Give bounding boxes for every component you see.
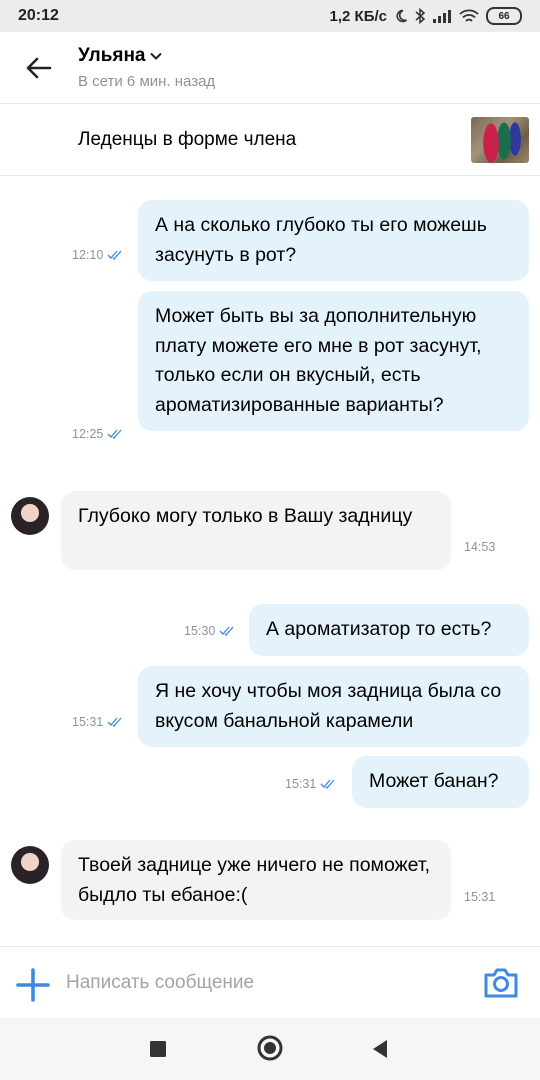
avatar[interactable] bbox=[11, 497, 49, 535]
composer-bar bbox=[0, 946, 540, 1018]
signal-icon bbox=[433, 10, 451, 23]
message-time: 14:53 bbox=[464, 540, 496, 554]
arrow-left-icon bbox=[26, 57, 52, 78]
triangle-back-icon[interactable] bbox=[371, 1039, 389, 1059]
product-title: Леденцы в форме члена bbox=[78, 128, 297, 150]
circle-icon[interactable] bbox=[257, 1035, 283, 1061]
chat-title-block[interactable]: Ульяна В сети 6 мин. назад bbox=[78, 45, 215, 90]
square-icon[interactable] bbox=[149, 1040, 167, 1058]
message-meta: 15:31 bbox=[285, 777, 336, 791]
double-check-icon bbox=[320, 779, 335, 789]
message-list[interactable]: 12:10 А на сколько глубоко ты его можешь… bbox=[0, 176, 540, 946]
message-meta: 15:31 bbox=[464, 890, 495, 904]
message-meta: 15:30 bbox=[184, 624, 235, 638]
product-context-bar[interactable]: Леденцы в форме члена bbox=[0, 104, 540, 176]
message-meta: 15:31 bbox=[72, 715, 123, 729]
contact-online-status: В сети 6 мин. назад bbox=[78, 73, 216, 90]
message-text: Может быть вы за дополнительную плату мо… bbox=[155, 305, 482, 416]
avatar[interactable] bbox=[11, 846, 49, 884]
contact-name-row[interactable]: Ульяна bbox=[78, 45, 215, 67]
message-text: Может банан? bbox=[369, 770, 499, 792]
status-bar: 20:12 1,2 КБ/с 66 bbox=[0, 0, 540, 32]
message-time: 15:31 bbox=[464, 890, 496, 904]
message-text: Я не хочу чтобы моя задница была со вкус… bbox=[155, 680, 502, 732]
message-meta: 12:10 bbox=[72, 248, 123, 262]
message-meta: 14:53 bbox=[464, 540, 495, 554]
product-thumbnail[interactable] bbox=[471, 117, 529, 163]
message-meta: 12:25 bbox=[72, 427, 123, 441]
message-bubble-incoming[interactable]: Глубоко могу только в Вашу задницу bbox=[61, 491, 451, 570]
message-bubble-outgoing[interactable]: Может быть вы за дополнительную плату мо… bbox=[138, 291, 529, 431]
message-time: 15:31 bbox=[285, 777, 317, 791]
contact-name: Ульяна bbox=[78, 45, 146, 66]
double-check-icon bbox=[107, 429, 122, 439]
battery-icon: 66 bbox=[486, 7, 522, 25]
wifi-icon bbox=[459, 9, 479, 22]
message-bubble-incoming[interactable]: Твоей заднице уже ничего не поможет, быд… bbox=[61, 840, 451, 920]
message-time: 15:30 bbox=[184, 624, 216, 638]
double-check-icon bbox=[107, 717, 122, 727]
chevron-down-icon bbox=[149, 52, 162, 60]
back-button[interactable] bbox=[0, 32, 78, 103]
double-check-icon bbox=[219, 626, 234, 636]
double-check-icon bbox=[107, 250, 122, 260]
network-speed: 1,2 КБ/с bbox=[329, 7, 387, 25]
system-nav-bar bbox=[0, 1018, 540, 1080]
message-bubble-outgoing[interactable]: Я не хочу чтобы моя задница была со вкус… bbox=[138, 666, 529, 747]
message-time: 12:25 bbox=[72, 427, 104, 441]
moon-icon bbox=[396, 9, 408, 23]
message-bubble-outgoing[interactable]: А ароматизатор то есть? bbox=[249, 604, 529, 656]
message-time: 12:10 bbox=[72, 248, 104, 262]
status-indicators: 1,2 КБ/с 66 bbox=[330, 7, 522, 25]
battery-level: 66 bbox=[498, 10, 510, 22]
message-text: Глубоко могу только в Вашу задницу bbox=[78, 505, 413, 527]
message-text: А ароматизатор то есть? bbox=[266, 618, 492, 640]
status-time: 20:12 bbox=[18, 7, 59, 24]
message-time: 15:31 bbox=[72, 715, 104, 729]
chat-header: Ульяна В сети 6 мин. назад bbox=[0, 32, 540, 104]
message-bubble-outgoing[interactable]: А на сколько глубоко ты его можешь засун… bbox=[138, 200, 529, 281]
message-bubble-outgoing[interactable]: Может банан? bbox=[352, 756, 529, 808]
camera-icon[interactable] bbox=[482, 965, 520, 1001]
message-text: Твоей заднице уже ничего не поможет, быд… bbox=[78, 854, 431, 906]
bluetooth-icon bbox=[415, 8, 425, 24]
message-text: А на сколько глубоко ты его можешь засун… bbox=[155, 214, 487, 266]
plus-icon[interactable] bbox=[15, 967, 51, 1003]
message-input[interactable] bbox=[66, 963, 466, 1003]
